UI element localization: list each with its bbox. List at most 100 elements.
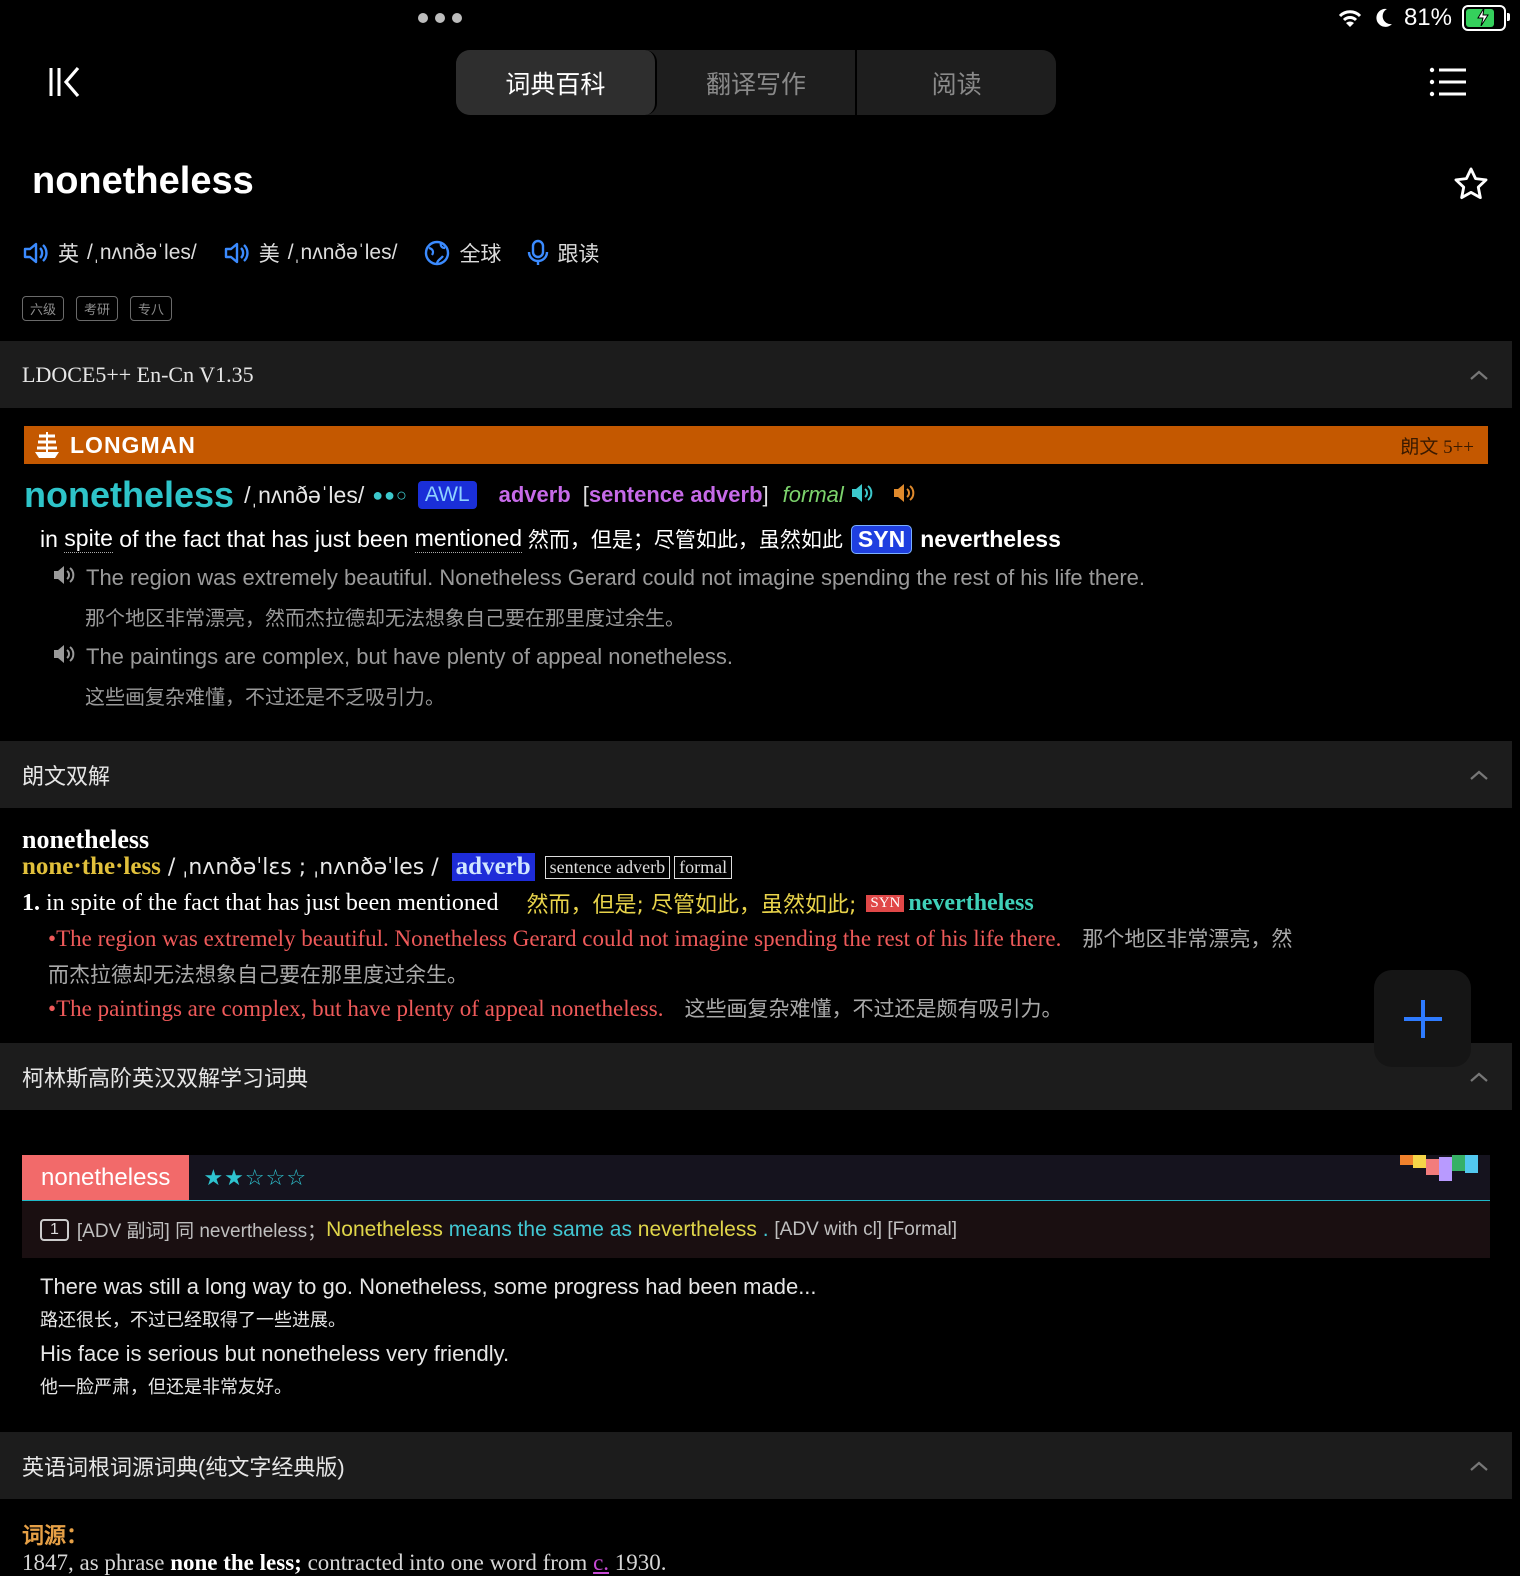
example-text: The region was extremely beautiful. None…	[86, 565, 1146, 590]
plus-icon	[1403, 999, 1442, 1038]
longman-example-1: The region was extremely beautiful. None…	[52, 564, 1145, 592]
microphone-icon	[528, 239, 549, 265]
section-collins-header[interactable]: 柯林斯高阶英汉双解学习词典	[0, 1043, 1512, 1110]
example-translation: 这些画复杂难懂，不过还是颇有吸引力。	[663, 997, 1063, 1021]
multitask-dots[interactable]	[418, 13, 462, 23]
tab-translate[interactable]: 翻译写作	[657, 50, 858, 115]
uk-label: 英	[58, 243, 79, 266]
star-outline-icon	[1454, 167, 1488, 200]
longman-brand: LONGMAN	[70, 431, 196, 458]
uk-ipa: /ˌnʌnðəˈles/	[87, 241, 197, 264]
section-etymology-header[interactable]: 英语词根词源词典(纯文字经典版)	[0, 1432, 1512, 1499]
tag-cet6: 六级	[22, 296, 65, 321]
chevron-up-icon	[1470, 1072, 1488, 1082]
def-chinese: 然而，但是；尽管如此，虽然如此	[522, 529, 843, 552]
section-title: 柯林斯高阶英汉双解学习词典	[22, 1065, 309, 1091]
longman-ipa: /ˌnʌnðəˈles/	[244, 481, 365, 508]
def-grammar: [ADV with cl] [Formal]	[774, 1218, 958, 1240]
mode-tabs: 词典百科 翻译写作 阅读	[456, 50, 1056, 115]
speaker-icon	[23, 242, 48, 264]
tab-dictionary[interactable]: 词典百科	[456, 50, 657, 115]
speaker-button[interactable]	[52, 643, 76, 671]
register-label: formal	[782, 482, 844, 507]
etym-link[interactable]: c.	[593, 1550, 609, 1575]
us-ipa: /ˌnʌnðəˈles/	[287, 241, 398, 264]
chevron-up-icon	[1470, 370, 1488, 380]
collins-header: nonetheless ★★☆☆☆	[22, 1155, 1490, 1202]
global-pronunciation-button[interactable]: 全球	[423, 238, 501, 268]
syn-badge: SYN	[850, 524, 913, 554]
dual-syllabified: none·the·less	[22, 853, 161, 880]
collapse-left-icon	[49, 66, 80, 98]
sense-number: 1.	[22, 889, 40, 916]
def-text: means the same as	[442, 1217, 638, 1241]
dual-pos: adverb	[451, 853, 535, 881]
sense-number: 1	[40, 1218, 69, 1241]
syn-word[interactable]: nevertheless	[920, 526, 1061, 553]
def-link-mentioned[interactable]: mentioned	[414, 525, 523, 553]
globe-icon	[425, 240, 450, 266]
def-chinese: 然而，但是; 尽管如此，虽然如此;	[504, 893, 857, 918]
color-blocks-logo-icon	[1400, 1155, 1478, 1181]
dual-headword-line: none·the·less / ˌnʌnðəˈlɛs ; ˌnʌnðəˈles …	[22, 853, 733, 881]
longman-word: nonetheless	[24, 474, 235, 515]
section-title: 朗文双解	[22, 763, 111, 789]
menu-button[interactable]	[1428, 62, 1468, 102]
longman-example-2: The paintings are complex, but have plen…	[52, 643, 733, 671]
add-button[interactable]	[1374, 970, 1471, 1067]
chevron-up-icon	[1470, 770, 1488, 780]
def-link-spite[interactable]: spite	[64, 525, 113, 553]
global-label: 全球	[459, 243, 502, 266]
part-of-speech: adverb	[498, 482, 571, 507]
example-text: The region was extremely beautiful. None…	[56, 926, 1062, 951]
etym-text: 1847, as phrase	[22, 1550, 171, 1575]
def-text: .	[756, 1217, 775, 1241]
speaker-button[interactable]	[52, 564, 76, 592]
moon-icon	[1376, 8, 1392, 27]
example-text: The paintings are complex, but have plen…	[86, 644, 733, 669]
frequency-dots: ●●○	[372, 484, 408, 505]
collins-example-translation: 路还很长，不过已经取得了一些进展。	[40, 1310, 346, 1330]
dual-example-2: •The paintings are complex, but have ple…	[48, 993, 1062, 1023]
collins-rating: ★★☆☆☆	[203, 1164, 308, 1190]
longman-version: 朗文 5++	[1400, 436, 1474, 458]
follow-label: 跟读	[557, 243, 600, 266]
bracket-close: ]	[762, 482, 769, 507]
collins-definition: 1 [ADV 副词] 同 nevertheless； Nonetheless m…	[22, 1201, 1490, 1258]
etym-phrase: none the less;	[170, 1550, 302, 1575]
section-title: LDOCE5++ En-Cn V1.35	[22, 361, 254, 387]
def-english: in spite of the fact that has just been …	[40, 889, 505, 916]
follow-read-button[interactable]: 跟读	[527, 238, 599, 268]
dual-tag: sentence adverb	[544, 855, 671, 879]
pronunciation-row: 英 /ˌnʌnðəˈles/ 美 /ˌnʌnðəˈles/ 全球 跟读	[22, 238, 625, 268]
back-button[interactable]	[44, 60, 88, 104]
tab-reading[interactable]: 阅读	[857, 50, 1056, 115]
section-ldoce-header[interactable]: LDOCE5++ En-Cn V1.35	[0, 341, 1512, 408]
awl-badge: AWL	[417, 481, 477, 509]
favorite-button[interactable]	[1452, 165, 1490, 203]
us-pronunciation[interactable]: 美 /ˌnʌnðəˈles/	[223, 238, 398, 268]
status-bar: 81%	[1336, 4, 1510, 32]
dual-tag: formal	[674, 855, 733, 879]
def-text: in	[40, 525, 65, 552]
bullet: •	[48, 926, 57, 951]
etymology-text: 1847, as phrase none the less; contracte…	[22, 1550, 667, 1576]
uk-pronunciation[interactable]: 英 /ˌnʌnðəˈles/	[22, 238, 197, 268]
collins-word: nonetheless	[22, 1155, 190, 1200]
speaker-us-button[interactable]	[892, 482, 916, 509]
chevron-up-icon	[1470, 1461, 1488, 1471]
tag-tem8: 专八	[130, 296, 173, 321]
dual-headword: nonetheless	[22, 825, 150, 854]
example-translation: 那个地区非常漂亮，然	[1061, 927, 1293, 951]
etymology-label: 词源：	[22, 1523, 89, 1548]
exam-tags: 六级 考研 专八	[22, 296, 173, 321]
speaker-uk-button[interactable]	[850, 482, 874, 509]
list-menu-icon	[1429, 67, 1466, 97]
section-longman-dual-header[interactable]: 朗文双解	[0, 741, 1512, 808]
syn-word[interactable]: nevertheless	[908, 890, 1033, 917]
battery-percent: 81%	[1403, 4, 1452, 31]
pos-extra: sentence adverb	[588, 482, 763, 507]
us-label: 美	[258, 243, 280, 266]
example-translation-cont: 而杰拉德却无法想象自己要在那里度过余生。	[48, 964, 468, 987]
ship-logo-icon	[35, 432, 59, 458]
